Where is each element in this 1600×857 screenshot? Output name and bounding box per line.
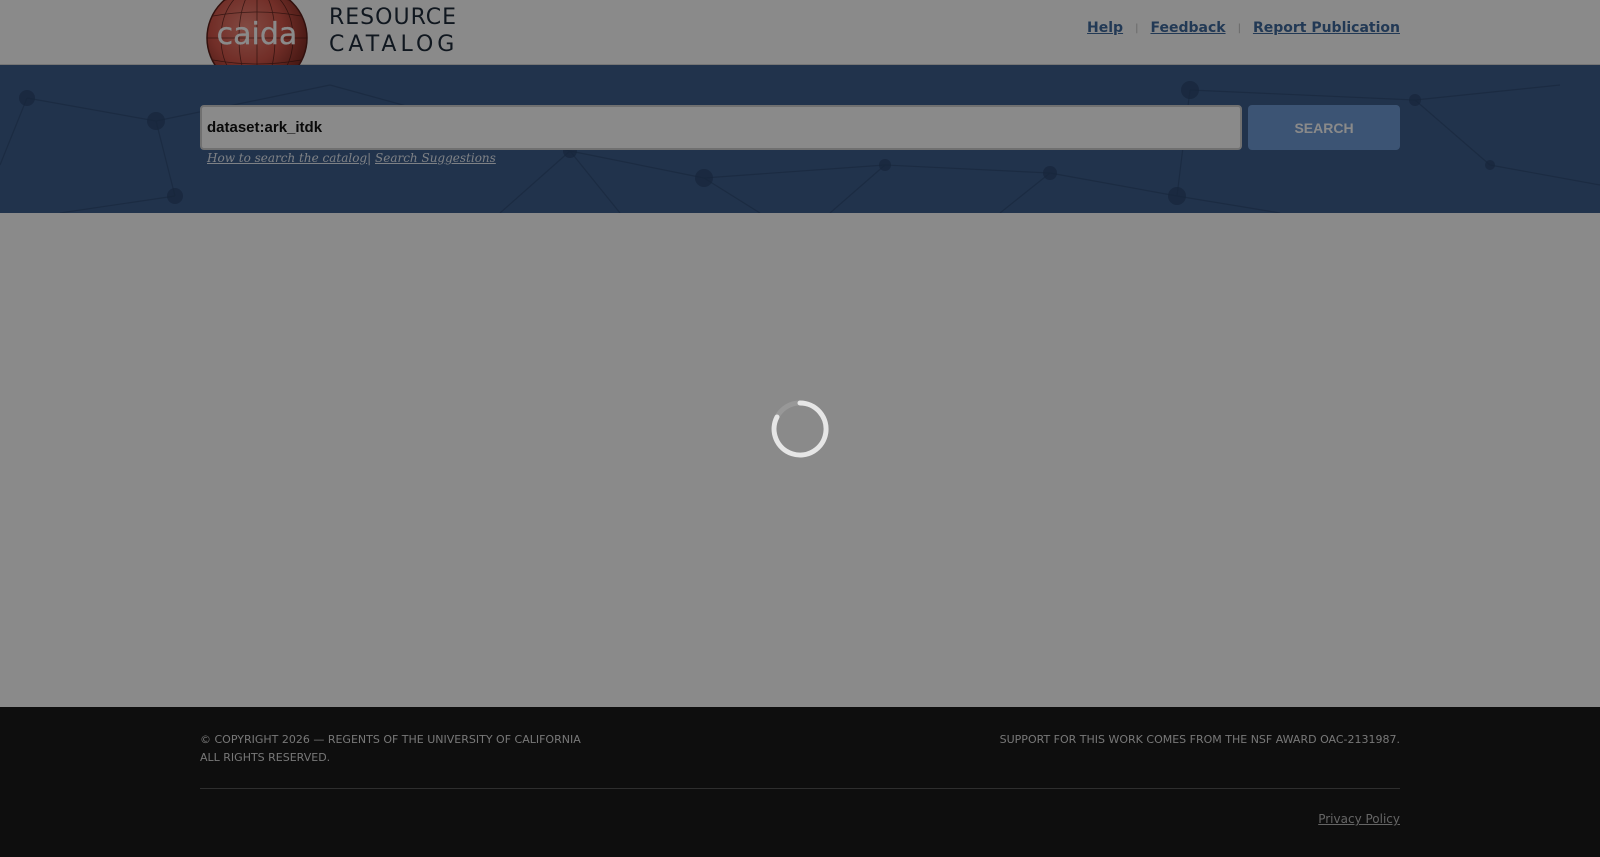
loading-overlay bbox=[0, 0, 1600, 857]
loading-spinner-icon bbox=[771, 400, 829, 458]
